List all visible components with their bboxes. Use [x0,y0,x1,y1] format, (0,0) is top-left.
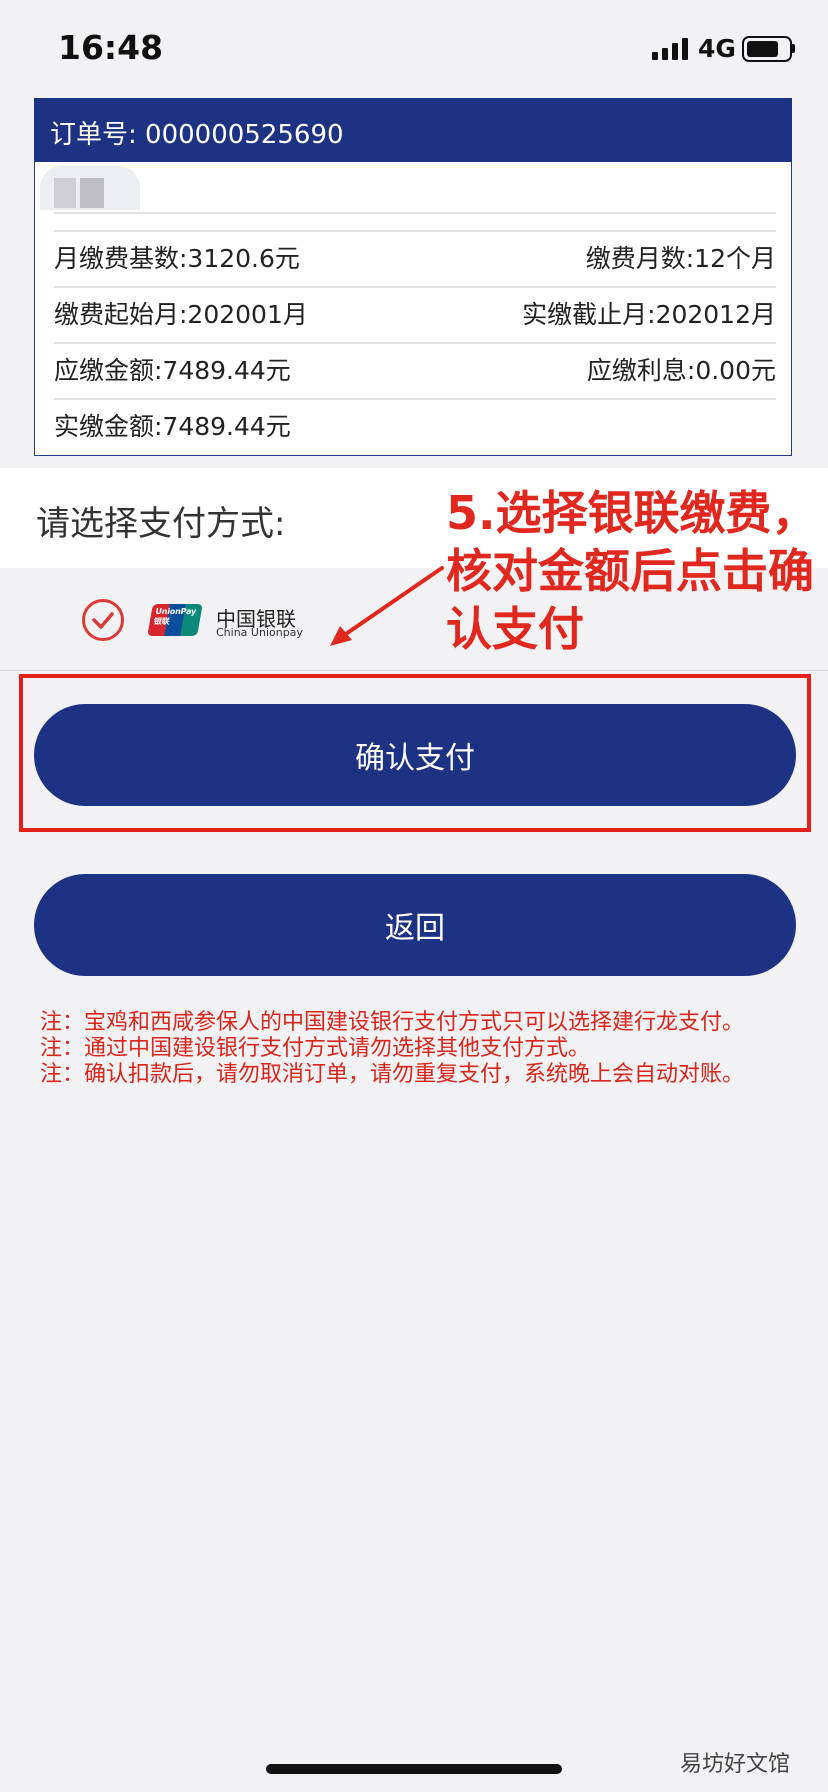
annotation-line: 5.选择银联缴费， [446,486,818,540]
end-month: 实缴截止月:202012月 [522,300,776,329]
payment-method-title: 请选择支付方式: [36,504,286,544]
watermark: 易坊好文馆 [680,1752,791,1777]
interest-due: 应缴利息:0.00元 [586,356,776,385]
blurred-name-pixel [54,178,76,208]
note-item: 注：确认扣款后，请勿取消订单，请勿重复支付，系统晚上会自动对账。 [40,1062,745,1087]
payment-months: 缴费月数:12个月 [585,244,776,273]
annotation-line: 认支付 [446,602,584,656]
note-item: 注：宝鸡和西咸参保人的中国建设银行支付方式只可以选择建行龙支付。 [40,1010,745,1035]
monthly-base: 月缴费基数:3120.6元 [54,244,300,273]
blurred-name-pixel [80,178,104,208]
status-time: 16:48 [58,28,164,67]
divider [54,342,776,344]
battery-icon [742,36,792,62]
actual-amount: 实缴金额:7489.44元 [54,412,291,441]
divider [54,212,776,214]
back-button[interactable]: 返回 [34,874,796,976]
unionpay-logo-icon: UnionPay 银联 [147,604,203,636]
selected-check-icon[interactable] [82,599,124,641]
divider [54,398,776,400]
start-month: 缴费起始月:202001月 [54,300,308,329]
cellular-signal-icon [652,38,688,60]
tutorial-annotation: 5.选择银联缴费， 核对金额后点击确 认支付 [446,484,826,658]
unionpay-name-en: China Unionpay [216,626,303,639]
battery-nub [792,44,795,53]
home-indicator[interactable] [266,1764,562,1774]
annotation-arrow-icon [330,566,444,646]
confirm-pay-button[interactable]: 确认支付 [34,704,796,806]
notes: 注：宝鸡和西咸参保人的中国建设银行支付方式只可以选择建行龙支付。 注：通过中国建… [40,1010,792,1088]
note-item: 注：通过中国建设银行支付方式请勿选择其他支付方式。 [40,1036,591,1061]
network-type: 4G [698,34,736,63]
order-number: 订单号: 000000525690 [50,120,344,150]
divider [54,286,776,288]
divider [54,230,776,232]
annotation-line: 核对金额后点击确 [446,544,814,598]
amount-due: 应缴金额:7489.44元 [54,356,291,385]
